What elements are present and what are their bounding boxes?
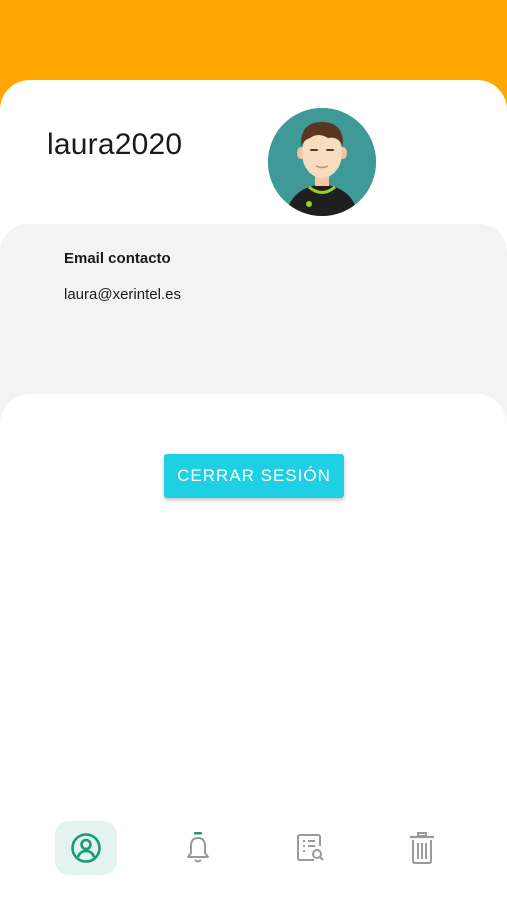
bottom-nav [0,810,507,900]
bell-icon [187,832,209,863]
avatar [268,108,376,216]
trash-icon [410,832,434,864]
nav-item-notifications[interactable] [167,821,229,875]
nav-item-search[interactable] [279,821,341,875]
username: laura2020 [47,128,183,161]
nav-item-profile[interactable] [55,821,117,875]
email-label: Email contacto [64,250,171,267]
email-value: laura@xerintel.es [64,286,181,303]
logout-button[interactable]: CERRAR SESIÓN [164,454,344,498]
nav-item-trash[interactable] [391,821,453,875]
document-search-icon [297,834,324,861]
user-circle-icon [71,833,101,863]
avatar-illustration-icon [268,108,376,216]
